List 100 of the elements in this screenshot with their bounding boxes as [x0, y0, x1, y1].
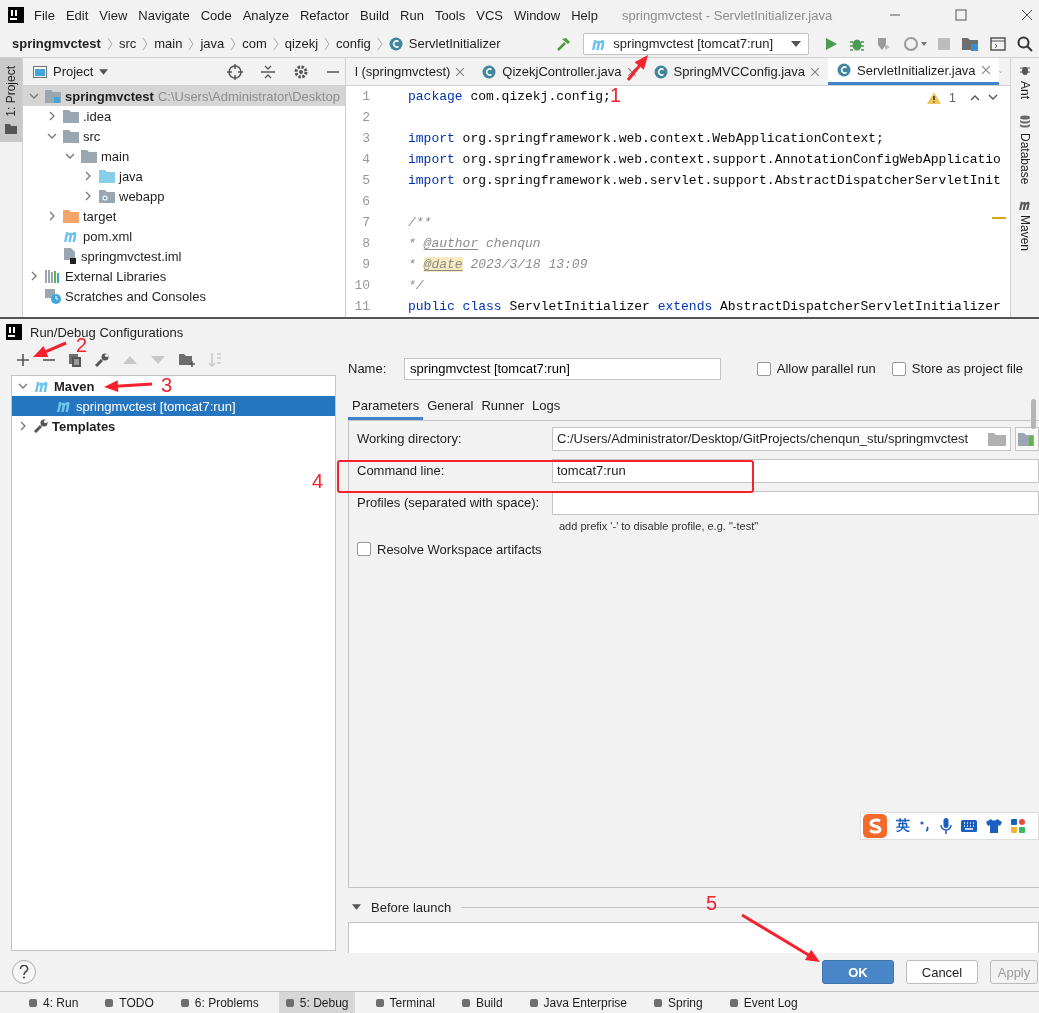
collapse-icon[interactable]: [261, 63, 275, 80]
tree-item[interactable]: src: [23, 126, 345, 146]
breadcrumb[interactable]: ServletInitializer: [408, 36, 501, 51]
settings-tab[interactable]: General: [423, 392, 478, 420]
chevron-icon[interactable]: [47, 131, 57, 141]
chevron-icon[interactable]: [83, 171, 93, 181]
ime-mode[interactable]: 英: [896, 817, 910, 835]
menu-item[interactable]: Refactor: [299, 7, 350, 23]
tool-window-tab[interactable]: 6: Problems: [173, 992, 265, 1013]
ime-logo-icon[interactable]: [863, 814, 887, 838]
run-icon[interactable]: [824, 36, 838, 51]
tool-window-tab[interactable]: Ant: [1018, 64, 1032, 99]
tree-item[interactable]: .idea: [23, 106, 345, 126]
menu-item[interactable]: Tools: [434, 7, 466, 23]
help-button[interactable]: [12, 960, 36, 984]
microphone-icon[interactable]: [940, 818, 952, 834]
tree-item[interactable]: main: [23, 146, 345, 166]
dialog-button[interactable]: Cancel: [906, 960, 978, 984]
tree-item[interactable]: Maven: [12, 376, 99, 396]
punctuation-icon[interactable]: [919, 819, 931, 833]
folder-add-icon[interactable]: [179, 353, 195, 367]
tool-window-tab[interactable]: TODO: [98, 992, 160, 1013]
gauge-icon[interactable]: [903, 35, 927, 52]
menu-item[interactable]: Edit: [65, 7, 89, 23]
breadcrumb[interactable]: com: [242, 36, 267, 51]
tree-item[interactable]: target: [23, 206, 345, 226]
tree-item[interactable]: Scratches and Consoles: [23, 286, 345, 306]
macro-button[interactable]: [1015, 426, 1039, 451]
run-config-dropdown[interactable]: springmvctest [tomcat7:run]: [583, 32, 809, 55]
tool-window-tab[interactable]: Terminal: [368, 992, 441, 1013]
editor-tab[interactable]: QizekjController.java: [473, 58, 645, 85]
down-icon[interactable]: [988, 94, 998, 101]
menu-item[interactable]: VCS: [476, 7, 503, 23]
wrench-icon[interactable]: [95, 353, 109, 367]
checkbox-option[interactable]: Store as project file: [891, 361, 1023, 377]
settings-tab[interactable]: Runner: [477, 392, 529, 420]
menu-item[interactable]: File: [34, 7, 55, 23]
tree-item[interactable]: springmvctest.iml: [23, 246, 345, 266]
breadcrumb[interactable]: config: [336, 36, 371, 51]
breadcrumb[interactable]: springmvctest: [12, 36, 101, 51]
menu-item[interactable]: Code: [200, 7, 232, 23]
tree-item[interactable]: External Libraries: [23, 266, 345, 286]
menu-item[interactable]: Help: [571, 7, 598, 23]
tool-window-tab[interactable]: Java Enterprise: [522, 992, 633, 1013]
menu-item[interactable]: Navigate: [138, 7, 190, 23]
copy-icon[interactable]: [69, 353, 81, 367]
chevron-icon[interactable]: [29, 91, 39, 101]
close-icon[interactable]: [981, 66, 990, 74]
chevron-icon[interactable]: [29, 271, 39, 281]
folder-icon[interactable]: [961, 35, 979, 52]
tool-window-tab[interactable]: Spring: [646, 992, 709, 1013]
editor-tab[interactable]: ServletInitializer.java: [828, 58, 999, 85]
hammer-icon[interactable]: [556, 35, 573, 52]
breadcrumb[interactable]: main: [154, 36, 183, 51]
close-icon[interactable]: [627, 67, 636, 76]
keyboard-icon[interactable]: [961, 820, 977, 832]
chevron-icon[interactable]: [18, 381, 28, 391]
tree-item[interactable]: java: [23, 166, 345, 186]
input-field[interactable]: [552, 490, 1039, 515]
warning-icon[interactable]: [926, 91, 941, 104]
menu-item[interactable]: View: [99, 7, 128, 23]
checkbox-option[interactable]: Allow parallel run: [756, 361, 876, 377]
editor-tab[interactable]: l (springmvctest): [346, 58, 474, 85]
shield-icon[interactable]: [876, 35, 892, 52]
close-icon[interactable]: [456, 67, 465, 76]
menu-item[interactable]: Run: [400, 7, 424, 23]
breadcrumb[interactable]: qizekj: [284, 36, 319, 51]
up-icon[interactable]: [970, 94, 980, 101]
checkbox-option[interactable]: Resolve Workspace artifacts: [357, 541, 1023, 557]
warning-count[interactable]: 1: [948, 90, 956, 105]
caret-icon[interactable]: [99, 68, 109, 75]
tool-window-tab[interactable]: Maven: [1018, 200, 1032, 252]
section-title[interactable]: Before launch: [371, 899, 452, 915]
breadcrumb[interactable]: src: [118, 36, 137, 51]
tool-window-tab[interactable]: Build: [454, 992, 509, 1013]
tool-window-tab[interactable]: Event Log: [722, 992, 804, 1013]
grid-icon[interactable]: [1011, 819, 1025, 833]
tree-item[interactable]: Templates: [12, 416, 120, 436]
tool-window-tab[interactable]: Database: [1018, 115, 1032, 185]
tree-item[interactable]: webapp: [23, 186, 345, 206]
project-tool-tab[interactable]: 1: Project: [0, 58, 22, 142]
input-field[interactable]: tomcat7:run: [552, 458, 1039, 483]
settings-tab[interactable]: Parameters: [348, 392, 424, 420]
collapse-triangle-icon[interactable]: [352, 904, 361, 911]
breadcrumb[interactable]: java: [200, 36, 225, 51]
tree-item[interactable]: pom.xml: [23, 226, 345, 246]
tool-window-tab[interactable]: 5: Debug: [278, 992, 355, 1013]
settings-icon[interactable]: [293, 63, 309, 80]
scrollbar-thumb[interactable]: [1031, 398, 1036, 429]
menu-item[interactable]: Analyze: [242, 7, 289, 23]
chevron-icon[interactable]: [18, 421, 28, 431]
shirt-icon[interactable]: [986, 819, 1002, 833]
add-icon[interactable]: [17, 354, 29, 366]
menu-item[interactable]: Window: [513, 7, 561, 23]
chevron-icon[interactable]: [83, 191, 93, 201]
tree-item[interactable]: springmvctest [tomcat7:run]: [12, 396, 335, 416]
panel-title[interactable]: Project: [53, 64, 94, 79]
menu-item[interactable]: Build: [360, 7, 389, 23]
chevron-icon[interactable]: [47, 111, 57, 121]
window-icon[interactable]: [990, 36, 1006, 51]
